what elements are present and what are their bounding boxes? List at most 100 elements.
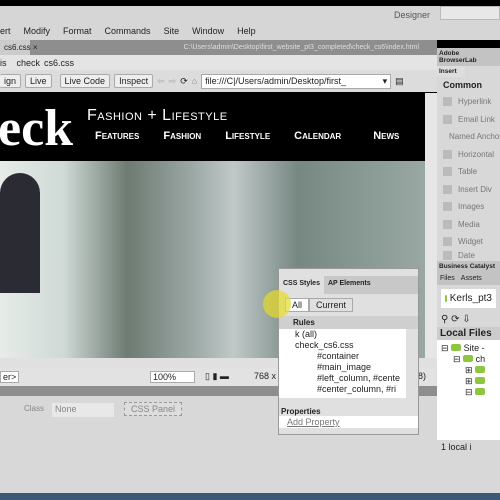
tab-label: cs6.css	[4, 43, 31, 52]
rule-item[interactable]: #left_column, #cente	[285, 373, 406, 384]
tab-ap-elements[interactable]: AP Elements	[324, 276, 375, 294]
rules-header: Rules	[279, 316, 418, 329]
site-select[interactable]: Kerls_pt3	[441, 288, 496, 308]
tab-assets[interactable]: Assets	[461, 275, 482, 282]
add-property-link[interactable]: Add Property	[279, 416, 418, 428]
insert-widget[interactable]: Widget	[437, 233, 500, 251]
insert-anchor[interactable]: Named Anchor	[437, 128, 500, 146]
workspace-switcher[interactable]: Designer	[394, 10, 430, 20]
nav-fashion[interactable]: Fashion	[163, 130, 201, 142]
design-button[interactable]: ign	[0, 74, 22, 88]
menu-format[interactable]: Format	[63, 26, 92, 36]
widget-icon	[443, 237, 452, 247]
table-icon	[443, 167, 452, 177]
page-options-icon[interactable]: ▤	[395, 76, 404, 87]
local-files-header: Local Files	[437, 326, 500, 340]
home-icon[interactable]: ⌂	[192, 76, 197, 86]
tab-insert[interactable]: Insert	[437, 66, 465, 77]
hero-person	[0, 173, 40, 293]
device-size-icons[interactable]: ▯ ▮ ▬	[205, 371, 229, 382]
tree-folder[interactable]: ⊞	[441, 376, 496, 387]
related-file[interactable]: check	[17, 58, 41, 68]
document-toolbar: ign Live Live Code Inspect ⇦ ⇨ ⟳ ⌂ file:…	[0, 70, 437, 92]
insert-category[interactable]: Common	[437, 77, 500, 93]
menu-help[interactable]: Help	[237, 26, 256, 36]
right-panels: Adobe BrowserLab Insert Common Hyperlink…	[437, 48, 500, 493]
nav-news[interactable]: News	[373, 130, 399, 142]
tag-selector[interactable]: er>	[0, 371, 20, 383]
rule-item[interactable]: #center_column, #ri	[285, 384, 406, 395]
nav-lifestyle[interactable]: Lifestyle	[225, 130, 270, 142]
rule-item[interactable]: #container	[285, 351, 406, 362]
menu-bar: ert Modify Format Commands Site Window H…	[0, 21, 500, 40]
insert-date[interactable]: Date	[437, 251, 500, 261]
site-tools[interactable]: ⚲ ⟳ ⇩	[437, 312, 500, 327]
site-tagline: Fashion + Lifestyle	[87, 107, 228, 124]
vertical-scrollbar[interactable]	[425, 93, 437, 360]
tree-folder[interactable]: ⊟	[441, 387, 496, 398]
current-button[interactable]: Current	[309, 298, 354, 312]
rules-list: k (all) check_cs6.css #container #main_i…	[279, 329, 406, 398]
url-text: file:///C|/Users/admin/Desktop/first_	[205, 75, 347, 86]
css-styles-panel: CSS Styles AP Elements All Current Rules k…	[278, 268, 419, 435]
menu-commands[interactable]: Commands	[105, 26, 151, 36]
menu-site[interactable]: Site	[164, 26, 180, 36]
document-tab-bar: cs6.css × C:\Users\admin\Desktop\first_w…	[0, 40, 437, 55]
business-catalyst-header[interactable]: Business Catalyst	[437, 260, 500, 272]
close-icon[interactable]: ×	[33, 43, 38, 52]
menu-window[interactable]: Window	[192, 26, 224, 36]
insert-email[interactable]: Email Link	[437, 111, 500, 129]
forward-icon[interactable]: ⇨	[169, 76, 177, 87]
insert-hr[interactable]: Horizontal	[437, 146, 500, 164]
back-icon[interactable]: ⇦	[157, 76, 165, 87]
related-file[interactable]: is	[0, 58, 7, 68]
div-icon	[443, 184, 452, 194]
related-file[interactable]: cs6.css	[44, 58, 74, 68]
document-tab[interactable]: cs6.css ×	[0, 40, 38, 55]
tab-files[interactable]: Files	[440, 275, 455, 282]
related-files-bar: is check cs6.css	[0, 55, 437, 70]
cursor-highlight	[263, 290, 291, 318]
window-size-end: 8)	[418, 371, 427, 381]
image-icon	[443, 202, 452, 212]
tree-site[interactable]: ⊟ Site -	[441, 343, 496, 354]
inspect-button[interactable]: Inspect	[114, 74, 154, 88]
properties-header: Properties	[281, 407, 321, 416]
files-status: 1 local i	[441, 441, 472, 452]
insert-table[interactable]: Table	[437, 163, 500, 181]
insert-images[interactable]: Images	[437, 198, 500, 216]
site-logo: eck	[0, 100, 74, 157]
tree-folder[interactable]: ⊞	[441, 365, 496, 376]
tab-css-styles[interactable]: CSS Styles	[279, 276, 324, 294]
menu-modify[interactable]: Modify	[24, 26, 51, 36]
nav-calendar[interactable]: Calendar	[294, 130, 341, 142]
rule-item[interactable]: #main_image	[285, 362, 406, 373]
live-button[interactable]: Live	[25, 74, 52, 88]
date-icon	[443, 251, 452, 260]
class-label: Class	[24, 404, 45, 413]
live-code-button[interactable]: Live Code	[59, 74, 111, 88]
media-icon	[443, 219, 452, 229]
nav-features[interactable]: Features	[95, 130, 139, 142]
taskbar	[0, 493, 500, 500]
window-size[interactable]: 768 x	[254, 371, 276, 381]
browserlab-header[interactable]: Adobe BrowserLab	[437, 48, 500, 66]
insert-hyperlink[interactable]: Hyperlink	[437, 93, 500, 111]
rule-item[interactable]: k (all)	[285, 329, 406, 340]
site-nav: Features Fashion Lifestyle Calendar News	[95, 130, 399, 142]
tree-folder[interactable]: ⊟ ch	[441, 354, 496, 365]
hr-icon	[443, 149, 452, 159]
address-bar[interactable]: file:///C|/Users/admin/Desktop/first_ ▾	[201, 73, 392, 89]
class-select[interactable]: None	[52, 403, 114, 417]
hyperlink-icon	[443, 97, 452, 107]
insert-media[interactable]: Media	[437, 216, 500, 234]
css-panel-button[interactable]: CSS Panel	[124, 402, 183, 416]
chevron-down-icon[interactable]: ▾	[383, 76, 388, 87]
refresh-icon[interactable]: ⟳	[180, 76, 188, 87]
email-icon	[443, 114, 452, 124]
rule-item[interactable]: check_cs6.css	[285, 340, 406, 351]
zoom-select[interactable]: 100%	[150, 371, 195, 383]
menu-insert[interactable]: ert	[0, 26, 11, 36]
search-input[interactable]	[440, 6, 500, 20]
insert-div[interactable]: Insert Div	[437, 181, 500, 199]
